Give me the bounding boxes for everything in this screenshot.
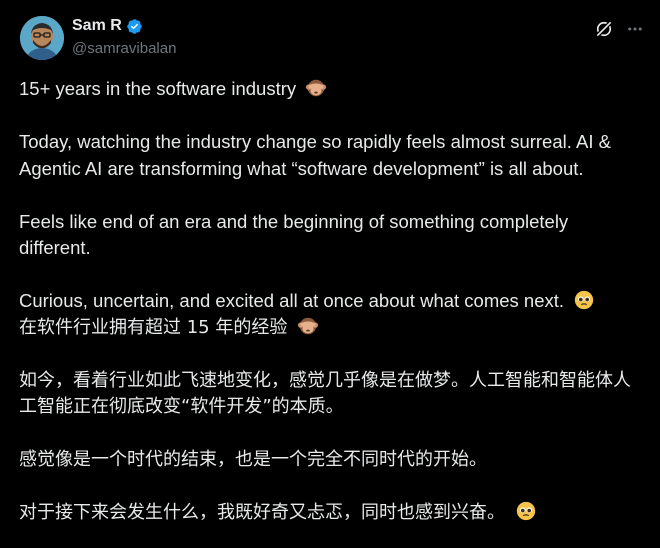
- pleading-face-emoji: [516, 501, 535, 521]
- more-options-icon[interactable]: [626, 20, 644, 38]
- see-no-evil-monkey-emoji: [298, 317, 319, 334]
- post-paragraph: Curious, uncertain, and excited all at o…: [19, 288, 644, 315]
- post-header: Sam R @samravibalan: [20, 16, 642, 60]
- author-name-row: Sam R: [72, 17, 143, 35]
- author-handle[interactable]: @samravibalan: [72, 40, 176, 57]
- post-line: Curious, uncertain, and excited all at o…: [19, 290, 565, 311]
- post-paragraph: 15+ years in the software industry: [19, 76, 644, 103]
- post-line: 15+ years in the software industry: [19, 78, 297, 99]
- post-line-zh: 对于接下来会发生什么，我既好奇又忐忑，同时也感到兴奋。: [19, 502, 505, 523]
- avatar-illustration: [20, 16, 64, 60]
- verified-badge-icon: [127, 18, 142, 34]
- grok-icon[interactable]: [594, 19, 614, 39]
- post-paragraph-zh: 如今，看着行业如此飞速地变化，感觉几乎像是在做梦。人工智能和智能体人工智能正在彻…: [19, 369, 631, 418]
- post-paragraph: Feels like end of an era and the beginni…: [19, 210, 569, 259]
- see-no-evil-monkey-emoji: [306, 79, 327, 97]
- post-paragraph-zh: 对于接下来会发生什么，我既好奇又忐忑，同时也感到兴奋。: [19, 500, 644, 527]
- post-paragraph: Today, watching the industry change so r…: [19, 131, 611, 179]
- post-paragraph-zh: 感觉像是一个时代的结束，也是一个完全不同时代的开始。: [19, 449, 487, 470]
- pleading-face-emoji: [575, 290, 594, 310]
- avatar[interactable]: [20, 16, 64, 60]
- display-name[interactable]: Sam R: [72, 17, 122, 35]
- post-text: 15+ years in the software industry Today…: [19, 76, 644, 527]
- post-paragraph-zh: 在软件行业拥有超过 15 年的经验: [19, 315, 644, 342]
- post-line-zh: 在软件行业拥有超过 15 年的经验: [19, 316, 288, 338]
